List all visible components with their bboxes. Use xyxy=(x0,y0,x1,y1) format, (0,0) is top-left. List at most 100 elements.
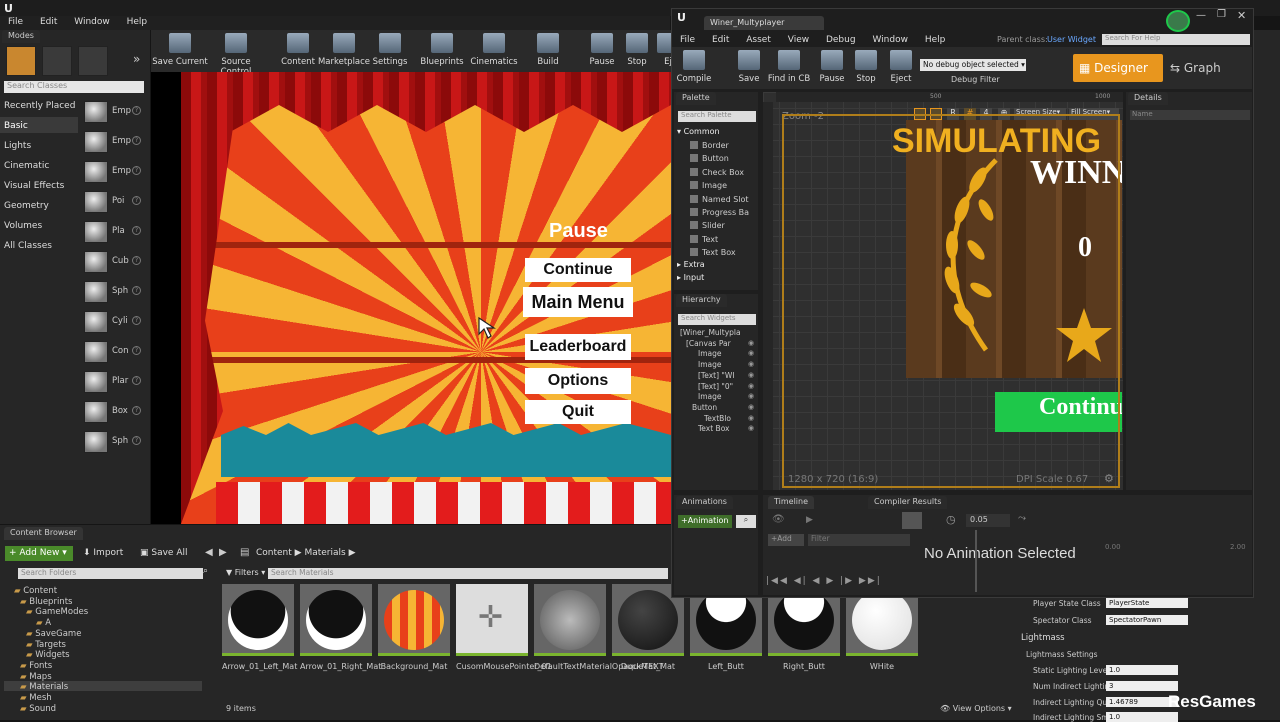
folder-item[interactable]: ▰ SaveGame xyxy=(26,629,81,639)
source-control-button[interactable]: Source Control xyxy=(208,33,264,77)
folder-item[interactable]: ▰ Materials xyxy=(20,682,68,692)
palette-item[interactable]: Text Box xyxy=(690,248,736,257)
fps-input[interactable]: 0.05 xyxy=(966,514,1010,527)
leaderboard-button[interactable]: Leaderboard xyxy=(525,334,631,360)
animations-tab[interactable]: Animations xyxy=(676,496,733,509)
hierarchy-item[interactable]: [Text] "0" xyxy=(698,382,733,391)
help-icon[interactable]: ? xyxy=(132,406,141,415)
place-actor-item[interactable]: Emp? xyxy=(84,131,144,153)
hierarchy-item[interactable]: Text Box xyxy=(698,424,730,433)
breadcrumb-content[interactable]: Content xyxy=(256,548,292,558)
palette-item[interactable]: Progress Ba xyxy=(690,208,749,217)
import-button[interactable]: ⬇ Import xyxy=(83,548,123,558)
timeline-tab[interactable]: Timeline xyxy=(768,496,815,509)
cinematics-button[interactable]: Cinematics xyxy=(466,33,522,67)
hierarchy-item[interactable]: Image xyxy=(698,360,722,369)
num-indirect-input[interactable]: 3 xyxy=(1106,681,1178,691)
visibility-eye-icon[interactable]: ◉ xyxy=(748,349,754,357)
place-actor-item[interactable]: Sph? xyxy=(84,281,144,303)
parent-class-link[interactable]: User Widget xyxy=(1047,35,1096,44)
umg-menu-edit[interactable]: Edit xyxy=(712,35,729,45)
help-icon[interactable]: ? xyxy=(132,166,141,175)
help-icon[interactable]: ? xyxy=(132,436,141,445)
more-modes-icon[interactable]: » xyxy=(133,52,140,66)
hierarchy-item[interactable]: [Text] "WI xyxy=(698,371,734,380)
add-track-button[interactable]: +Add xyxy=(768,534,804,546)
help-icon[interactable]: ? xyxy=(132,346,141,355)
place-actor-item[interactable]: Emp? xyxy=(84,161,144,183)
category-cinematic[interactable]: Cinematic xyxy=(4,161,49,171)
view-options-button[interactable]: 👁 View Options ▾ xyxy=(940,704,1012,713)
search-widgets-input[interactable]: Search Widgets xyxy=(678,314,756,325)
folder-item[interactable]: ▰ Blueprints xyxy=(20,597,72,607)
folder-item[interactable]: ▰ Widgets xyxy=(26,650,70,660)
nav-back-icon[interactable]: ◀ xyxy=(205,547,213,558)
folder-item[interactable]: ▰ Mesh xyxy=(20,693,52,703)
place-actor-item[interactable]: Emp? xyxy=(84,101,144,123)
category-visual-effects[interactable]: Visual Effects xyxy=(4,181,64,191)
umg-menu-debug[interactable]: Debug xyxy=(826,35,856,45)
help-icon[interactable]: ? xyxy=(132,316,141,325)
snap-button[interactable] xyxy=(902,512,922,529)
umg-menu-file[interactable]: File xyxy=(680,35,695,45)
options-button[interactable]: Options xyxy=(525,368,631,394)
unreal-logo-icon[interactable]: U xyxy=(4,2,13,15)
timeline-scrubber[interactable] xyxy=(975,530,977,592)
folder-item[interactable]: ▰ Targets xyxy=(26,640,66,650)
asset-item[interactable]: ✛ CusomMousePointer_01 xyxy=(456,584,552,672)
category-basic[interactable]: Basic xyxy=(4,121,28,131)
search-folders-input[interactable]: Search Folders xyxy=(18,568,203,579)
filters-button[interactable]: ▼ Filters ▾ xyxy=(226,568,265,577)
asset-item[interactable]: DefaultTextMaterialOpaqueTEXT xyxy=(534,584,663,672)
search-help-input[interactable]: Search For Help xyxy=(1102,34,1250,45)
umg-menu-view[interactable]: View xyxy=(788,35,809,45)
compiler-results-tab[interactable]: Compiler Results xyxy=(868,496,948,509)
save-all-button[interactable]: ▣ Save All xyxy=(140,548,188,558)
help-icon[interactable]: ? xyxy=(132,286,141,295)
place-actor-item[interactable]: Sph? xyxy=(84,431,144,453)
visibility-eye-icon[interactable]: ◉ xyxy=(748,371,754,379)
help-icon[interactable]: ? xyxy=(132,106,141,115)
hierarchy-item[interactable]: [Winer_Multypla xyxy=(680,328,741,337)
umg-asset-tab[interactable]: Winer_Multyplayer xyxy=(704,16,824,30)
help-icon[interactable]: ? xyxy=(132,226,141,235)
place-actor-item[interactable]: Box? xyxy=(84,401,144,423)
nav-forward-icon[interactable]: ▶ xyxy=(219,547,227,558)
hierarchy-item[interactable]: Button xyxy=(692,403,717,412)
palette-item[interactable]: Border xyxy=(690,141,729,150)
folder-item[interactable]: ▰ GameModes xyxy=(26,607,88,617)
add-new-button[interactable]: + Add New ▾ xyxy=(5,546,73,561)
asset-item[interactable]: Arrow_01_Left_Mat xyxy=(222,584,297,672)
palette-item[interactable]: Check Box xyxy=(690,167,744,177)
content-browser-tab[interactable]: Content Browser xyxy=(4,527,83,540)
lightmass-section[interactable]: Lightmass xyxy=(1017,632,1252,645)
category-lights[interactable]: Lights xyxy=(4,141,31,151)
palette-item[interactable]: Slider xyxy=(690,221,725,230)
add-animation-button[interactable]: +Animation xyxy=(678,515,732,528)
visibility-eye-icon[interactable]: ◉ xyxy=(748,392,754,400)
place-actor-item[interactable]: Pla? xyxy=(84,221,144,243)
build-button[interactable]: Build xyxy=(520,33,576,67)
menu-window[interactable]: Window xyxy=(74,17,110,27)
category-recently-placed[interactable]: Recently Placed xyxy=(4,101,75,111)
umg-menu-window[interactable]: Window xyxy=(872,35,908,45)
designer-button[interactable]: ▦ Designer xyxy=(1073,54,1163,82)
palette-item[interactable]: Button xyxy=(690,154,729,163)
place-actor-item[interactable]: Plar? xyxy=(84,371,144,393)
search-palette-input[interactable]: Search Palette xyxy=(678,111,756,122)
help-icon[interactable]: ? xyxy=(132,256,141,265)
visibility-eye-icon[interactable]: ◉ xyxy=(748,382,754,390)
folder-item[interactable]: ▰ A xyxy=(36,618,51,628)
lightmass-settings-label[interactable]: Lightmass Settings xyxy=(1026,650,1098,659)
palette-tab[interactable]: Palette xyxy=(676,92,716,105)
hierarchy-item[interactable]: TextBlo xyxy=(704,414,731,423)
continue-button[interactable]: Continue xyxy=(525,258,631,282)
place-actor-item[interactable]: Cub? xyxy=(84,251,144,273)
visibility-eye-icon[interactable]: ◉ xyxy=(748,360,754,368)
save-current-button[interactable]: Save Current xyxy=(152,33,208,67)
folder-item[interactable]: ▰ Fonts xyxy=(20,661,52,671)
settings-button[interactable]: Settings xyxy=(362,33,418,67)
folder-item[interactable]: ▰ Sound xyxy=(20,704,56,714)
paint-mode-button[interactable] xyxy=(42,46,72,76)
indirect-smooth-input[interactable]: 1.0 xyxy=(1106,712,1178,722)
